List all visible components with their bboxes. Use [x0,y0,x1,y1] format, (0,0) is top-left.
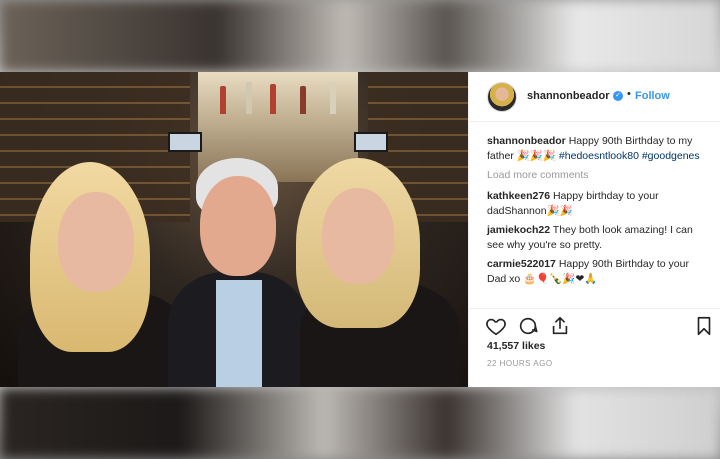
blurred-backdrop-bottom [0,388,720,459]
caption-username[interactable]: shannonbeador [487,135,566,147]
separator-dot: • [627,88,631,100]
bookmark-icon[interactable] [693,315,715,337]
bottle [246,82,252,114]
verified-badge-icon: ✓ [613,91,623,101]
follow-button[interactable]: Follow [635,90,670,102]
comment-icon[interactable] [517,315,539,337]
heart-icon[interactable] [485,315,507,337]
share-icon[interactable] [549,315,571,337]
comment-item: jamiekoch22 They both look amazing! I ca… [487,223,709,253]
bottle [300,86,306,114]
post-timestamp: 22 HOURS AGO [487,359,553,368]
comment-item: kathkeen276 Happy birthday to your dadSh… [487,189,709,219]
load-more-comments-link[interactable]: Load more comments [487,168,709,183]
caption: shannonbeador Happy 90th Birthday to my … [487,134,709,164]
comment-item: carmie522017 Happy 90th Birthday to your… [487,257,709,287]
post-username[interactable]: shannonbeador [527,90,610,102]
bottle [220,86,226,114]
tv-screen [354,132,388,152]
post-header: shannonbeador ✓ • Follow [469,72,720,122]
comment-username[interactable]: jamiekoch22 [487,224,550,236]
hashtag[interactable]: #goodgenes [642,150,700,162]
blurred-backdrop-top [0,0,720,72]
post-photo[interactable] [0,72,468,387]
likes-count[interactable]: 41,557 likes [487,340,545,352]
avatar[interactable] [487,82,517,112]
post-details-panel: shannonbeador ✓ • Follow shannonbeador H… [468,72,720,387]
comment-username[interactable]: kathkeen276 [487,190,550,202]
action-bar [469,308,720,336]
hashtag[interactable]: #hedoesntlook80 [559,150,639,162]
tv-screen [168,132,202,152]
comments-list: shannonbeador Happy 90th Birthday to my … [487,134,709,291]
comment-username[interactable]: carmie522017 [487,258,556,270]
bottle [330,82,336,114]
bottle [270,84,276,114]
